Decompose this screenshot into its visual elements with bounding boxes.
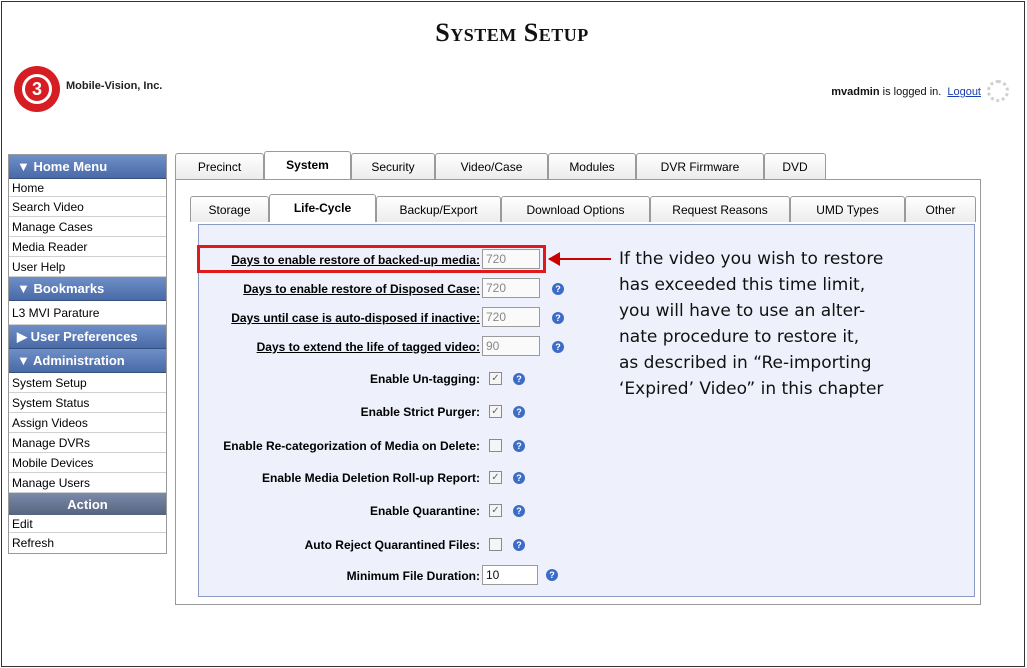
auto-reject-label: Auto Reject Quarantined Files: [304,538,480,552]
highlight-box [197,245,546,273]
callout-arrow [549,258,611,260]
help-icon[interactable]: ? [513,440,525,452]
sidebar-item-manage-dvrs[interactable]: Manage DVRs [9,433,166,453]
sidebar-item-manage-cases[interactable]: Manage Cases [9,217,166,237]
days-tagged-input[interactable]: 90 [482,336,540,356]
untag-label: Enable Un-tagging: [370,372,480,386]
page-title: System Setup [435,18,589,47]
min-duration-input[interactable]: 10 [482,565,538,585]
untag-checkbox[interactable]: ✓ [489,372,502,385]
subtab-download-options[interactable]: Download Options [501,196,650,222]
subtab-backup-export[interactable]: Backup/Export [376,196,501,222]
sidebar-item-system-status[interactable]: System Status [9,393,166,413]
sidebar-item-edit[interactable]: Edit [9,515,166,533]
days-auto-dispose-label: Days until case is auto-disposed if inac… [231,311,480,325]
min-duration-label: Minimum File Duration: [346,569,480,583]
days-disposed-label: Days to enable restore of Disposed Case: [243,282,480,296]
sidebar-item-assign-videos[interactable]: Assign Videos [9,413,166,433]
note-line: nate procedure to restore it, [619,327,860,347]
help-icon[interactable]: ? [513,406,525,418]
tab-modules[interactable]: Modules [548,153,636,179]
note-line: has exceeded this time limit, [619,275,866,295]
strict-purger-checkbox[interactable]: ✓ [489,405,502,418]
bookmarks-header[interactable]: ▼ Bookmarks [9,277,166,301]
company-name: Mobile-Vision, Inc. [66,80,163,92]
note-line: ‘Expired’ Video” in this chapter [619,379,884,399]
sidebar-item-user-help[interactable]: User Help [9,257,166,277]
sidebar-item-l3-mvi-parature[interactable]: L3 MVI Parature [9,301,166,325]
sidebar-item-mobile-devices[interactable]: Mobile Devices [9,453,166,473]
sidebar-item-search-video[interactable]: Search Video [9,197,166,217]
help-icon[interactable]: ? [513,472,525,484]
sidebar-item-media-reader[interactable]: Media Reader [9,237,166,257]
days-tagged-label: Days to extend the life of tagged video: [256,340,480,354]
note-line: you will have to use an alter- [619,301,866,321]
help-icon[interactable]: ? [552,341,564,353]
subtab-umd-types[interactable]: UMD Types [790,196,905,222]
tab-precinct[interactable]: Precinct [175,153,264,179]
help-icon[interactable]: ? [546,569,558,581]
tab-system[interactable]: System [264,151,351,179]
login-status: mvadmin is logged in. Logout [831,86,981,98]
tab-dvr-firmware[interactable]: DVR Firmware [636,153,764,179]
subtab-life-cycle[interactable]: Life-Cycle [269,194,376,222]
subtab-request-reasons[interactable]: Request Reasons [650,196,790,222]
subtab-storage[interactable]: Storage [190,196,269,222]
days-auto-dispose-input[interactable]: 720 [482,307,540,327]
sidebar-item-manage-users[interactable]: Manage Users [9,473,166,493]
callout-note: If the video you wish to restore has exc… [619,246,979,402]
logged-in-text: is logged in. [879,86,942,98]
quarantine-checkbox[interactable]: ✓ [489,504,502,517]
strict-purger-label: Enable Strict Purger: [360,405,480,419]
days-disposed-input[interactable]: 720 [482,278,540,298]
help-icon[interactable]: ? [513,539,525,551]
help-icon[interactable]: ? [552,283,564,295]
l3-logo: 3 [14,66,60,112]
subtab-other[interactable]: Other [905,196,976,222]
tab-security[interactable]: Security [351,153,435,179]
action-header: Action [9,493,166,515]
sidebar-item-system-setup[interactable]: System Setup [9,373,166,393]
recategorization-label: Enable Re-categorization of Media on Del… [223,439,480,453]
logout-link[interactable]: Logout [947,86,981,98]
sidebar-item-refresh[interactable]: Refresh [9,533,166,553]
note-line: If the video you wish to restore [619,249,884,269]
tab-video-case[interactable]: Video/Case [435,153,548,179]
rollup-report-checkbox[interactable]: ✓ [489,471,502,484]
loading-icon [987,80,1009,102]
note-line: as described in “Re-importing [619,353,872,373]
sidebar: ▼ Home Menu Home Search Video Manage Cas… [8,154,167,554]
quarantine-label: Enable Quarantine: [369,504,480,518]
administration-header[interactable]: ▼ Administration [9,349,166,373]
tab-dvd[interactable]: DVD [764,153,826,179]
user-preferences-header[interactable]: ▶ User Preferences [9,325,166,349]
auto-reject-checkbox[interactable] [489,538,502,551]
help-icon[interactable]: ? [513,505,525,517]
home-menu-header[interactable]: ▼ Home Menu [9,155,166,179]
help-icon[interactable]: ? [513,373,525,385]
rollup-report-label: Enable Media Deletion Roll-up Report: [261,471,480,485]
username: mvadmin [831,86,880,98]
sidebar-item-home[interactable]: Home [9,179,166,197]
logo-mark: 3 [22,74,52,104]
recategorization-checkbox[interactable] [489,439,502,452]
help-icon[interactable]: ? [552,312,564,324]
